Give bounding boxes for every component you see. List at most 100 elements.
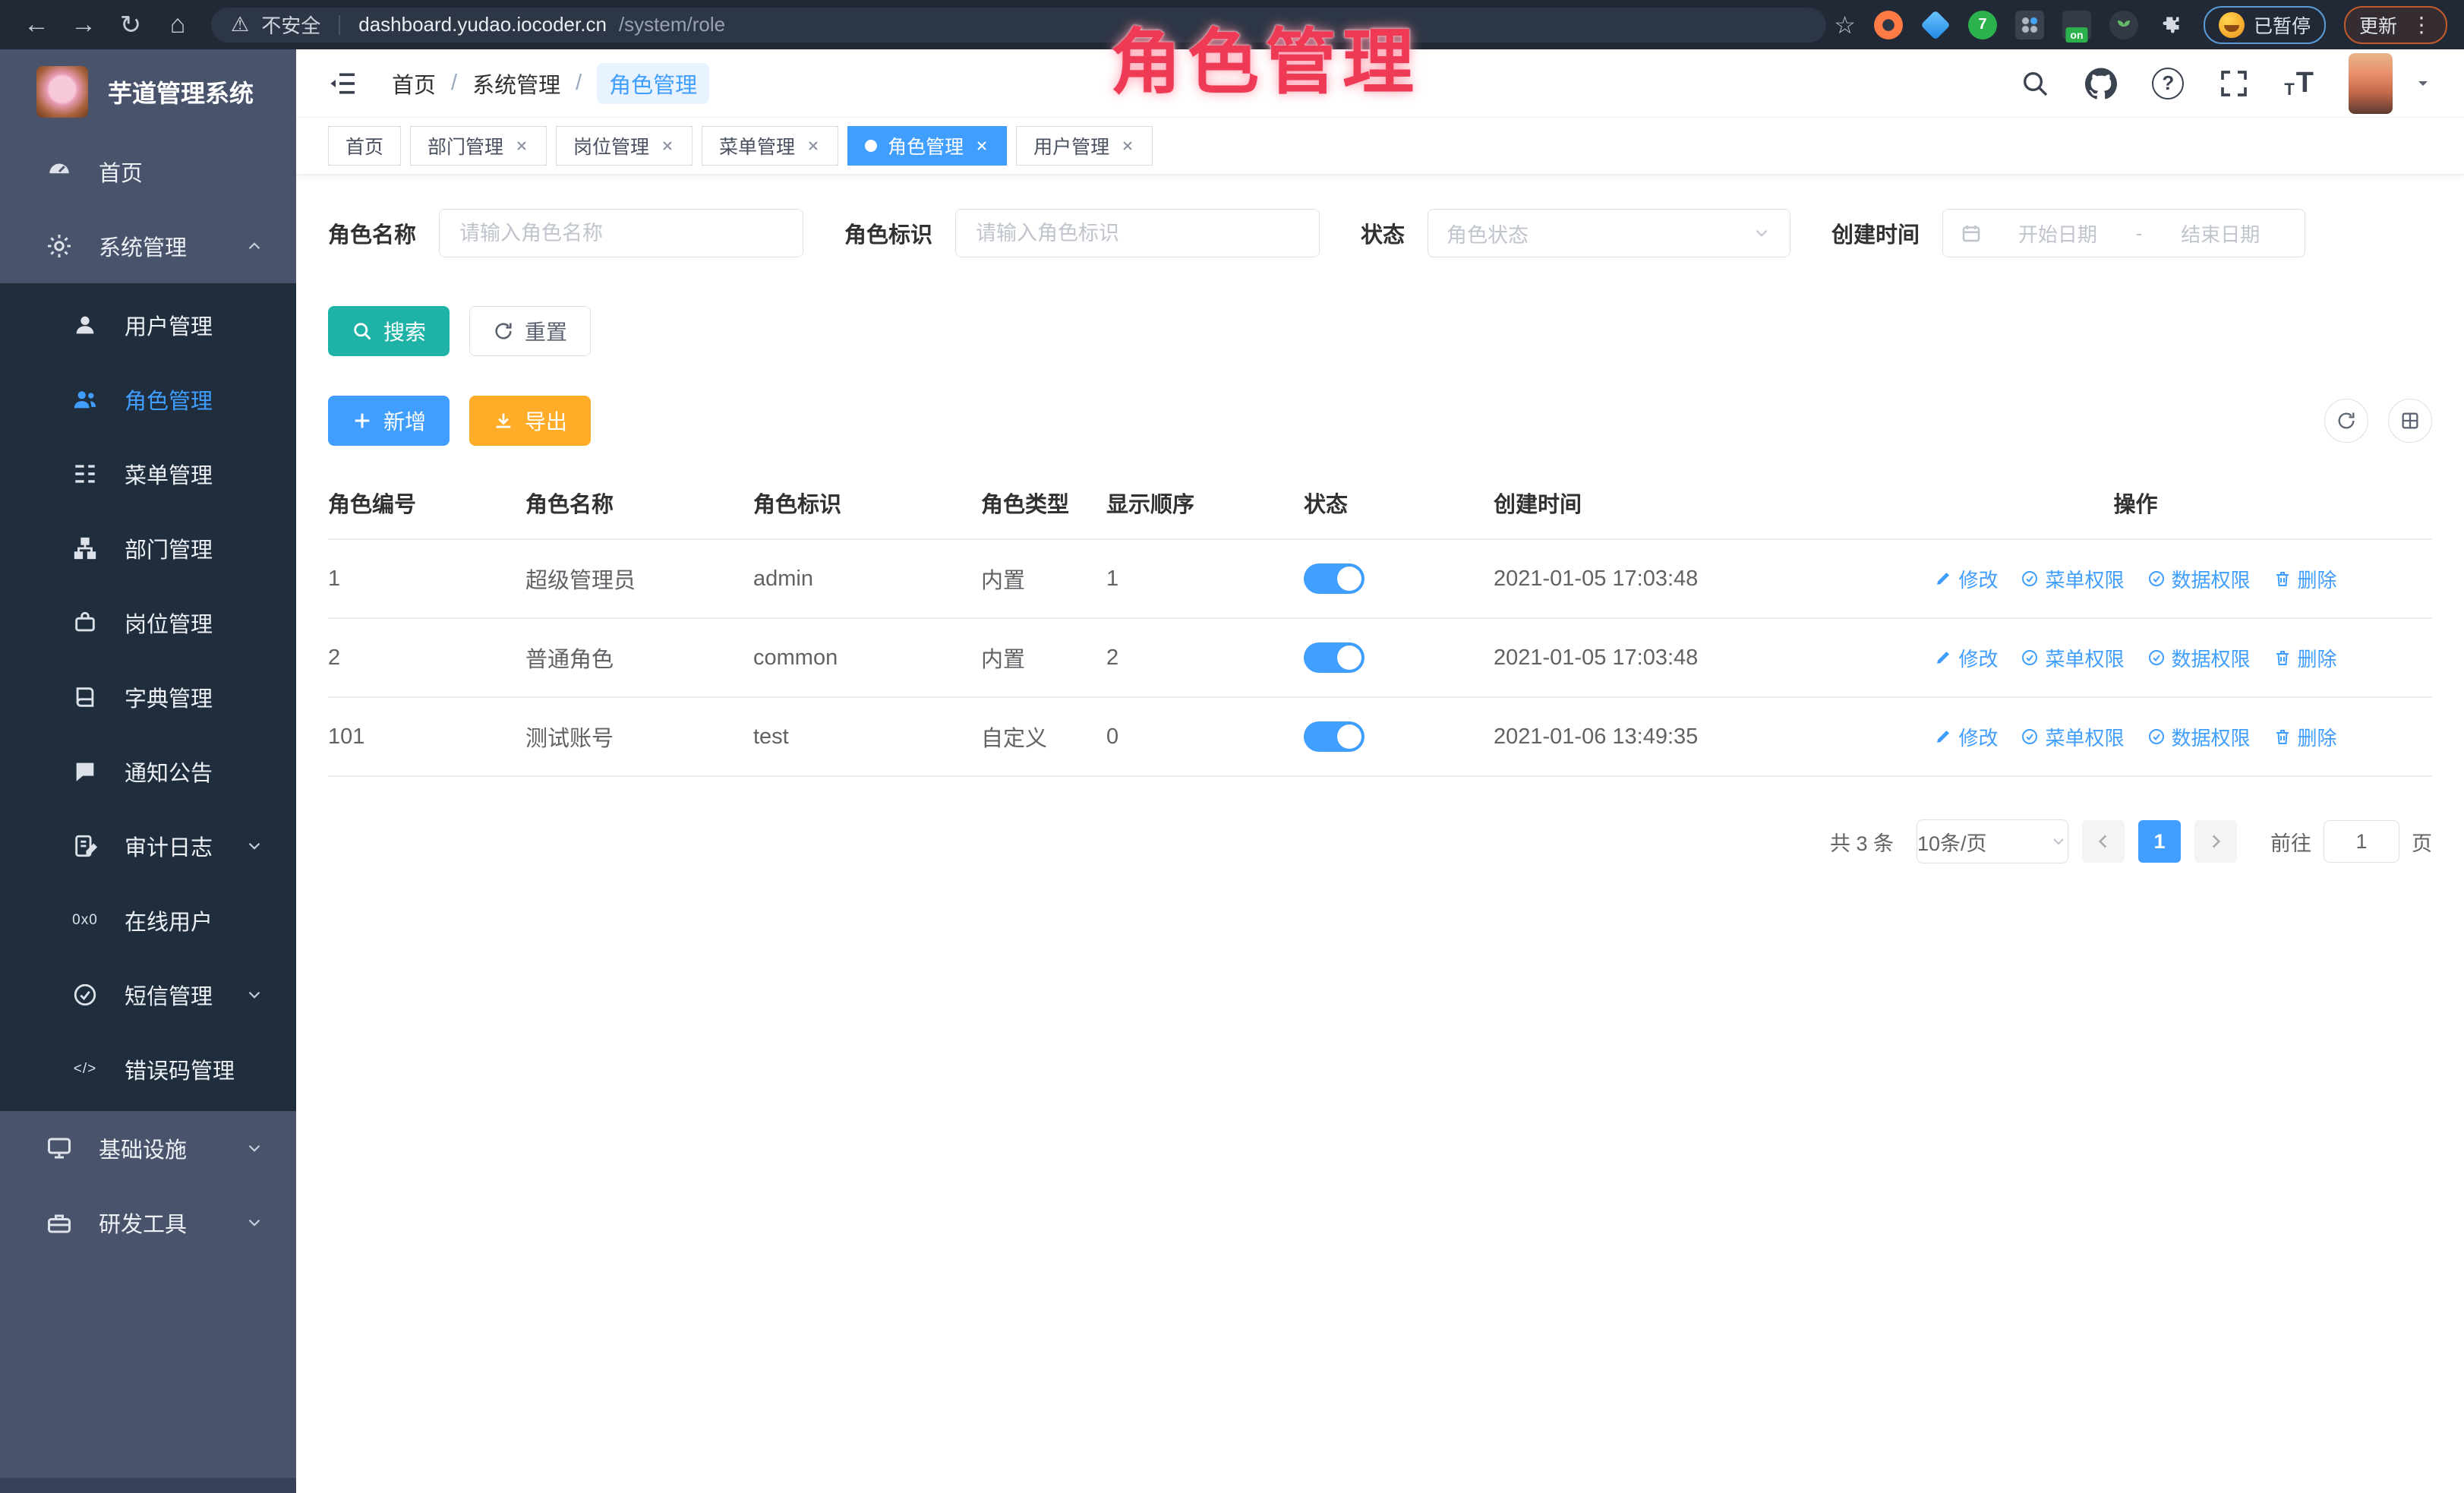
extension-grid-icon[interactable] [2015, 11, 2044, 39]
tab-post-mgmt[interactable]: 岗位管理 [556, 126, 693, 166]
page-size-select[interactable]: 10条/页 [1917, 819, 2068, 863]
browser-extensions-area: ☆ 7 on 已暂停 更新 ⋮ [1834, 6, 2447, 44]
column-settings-button[interactable] [2388, 399, 2432, 443]
plus-icon [352, 410, 373, 431]
browser-menu-kebab-icon[interactable]: ⋮ [2411, 12, 2432, 37]
reset-button[interactable]: 重置 [469, 306, 591, 356]
sidebar-item-post-mgmt[interactable]: 岗位管理 [0, 586, 296, 660]
page-1-button[interactable]: 1 [2138, 820, 2181, 863]
delete-action[interactable]: 删除 [2273, 723, 2337, 751]
sidebar-item-system[interactable]: 系统管理 [0, 209, 296, 283]
pagination: 共 3 条 10条/页 1 前往 [328, 819, 2432, 863]
edit-action[interactable]: 修改 [1934, 644, 1998, 672]
close-icon[interactable] [514, 138, 529, 153]
annotation-overlay-text: 角色管理 [1110, 5, 1420, 108]
edit-action[interactable]: 修改 [1934, 723, 1998, 751]
sidebar-item-sms-mgmt[interactable]: 短信管理 [0, 958, 296, 1032]
user-avatar[interactable] [2349, 53, 2393, 114]
close-icon[interactable] [974, 138, 989, 153]
extension-orange-icon[interactable] [1874, 11, 1903, 39]
extensions-puzzle-icon[interactable] [2156, 11, 2185, 39]
search-icon[interactable] [2020, 68, 2050, 99]
download-icon [493, 410, 514, 431]
browser-update-button[interactable]: 更新 ⋮ [2344, 6, 2447, 44]
toolbox-icon [44, 1207, 74, 1238]
status-toggle[interactable] [1304, 721, 1365, 752]
calendar-icon [1960, 222, 1983, 245]
sidebar-item-errorcode-mgmt[interactable]: </> 错误码管理 [0, 1032, 296, 1106]
close-icon[interactable] [806, 138, 821, 153]
tab-user-mgmt[interactable]: 用户管理 [1016, 126, 1153, 166]
sidebar-item-role-mgmt[interactable]: 角色管理 [0, 362, 296, 437]
next-page-button[interactable] [2194, 820, 2237, 863]
role-key-input[interactable] [955, 209, 1320, 257]
check-circle-icon [2147, 570, 2166, 588]
role-name-input[interactable] [439, 209, 803, 257]
sidebar-item-devtools[interactable]: 研发工具 [0, 1185, 296, 1260]
sidebar-item-notice[interactable]: 通知公告 [0, 734, 296, 809]
data-perm-action[interactable]: 数据权限 [2147, 723, 2251, 751]
role-key-label: 角色标识 [844, 217, 932, 249]
goto-page-input[interactable] [2324, 820, 2399, 863]
browser-forward-button[interactable]: → [64, 5, 103, 45]
tab-menu-mgmt[interactable]: 菜单管理 [702, 126, 838, 166]
sidebar-collapse-bar[interactable] [0, 1478, 296, 1493]
avatar-caret-down-icon[interactable] [2414, 74, 2432, 93]
status-toggle[interactable] [1304, 642, 1365, 673]
delete-action[interactable]: 删除 [2273, 644, 2337, 672]
extension-gem-icon[interactable] [1921, 11, 1950, 39]
profile-paused-chip[interactable]: 已暂停 [2204, 6, 2326, 44]
col-role-id: 角色编号 [328, 467, 525, 539]
extension-sprout-icon[interactable] [2109, 11, 2138, 39]
sidebar-toggle-icon[interactable] [328, 68, 358, 99]
page-content: 角色名称 角色标识 状态 角色状态 [296, 175, 2464, 1493]
browser-reload-button[interactable]: ↻ [111, 5, 150, 45]
export-button[interactable]: 导出 [469, 396, 591, 446]
close-icon[interactable] [660, 138, 675, 153]
col-status: 状态 [1304, 467, 1494, 539]
sidebar-item-infrastructure[interactable]: 基础设施 [0, 1111, 296, 1185]
extension-on-icon[interactable]: on [2062, 11, 2091, 39]
github-icon[interactable] [2085, 68, 2117, 99]
role-name-label: 角色名称 [328, 217, 416, 249]
tab-dept-mgmt[interactable]: 部门管理 [410, 126, 547, 166]
sidebar-item-dept-mgmt[interactable]: 部门管理 [0, 511, 296, 586]
font-size-icon[interactable]: TT [2284, 67, 2314, 99]
data-perm-action[interactable]: 数据权限 [2147, 565, 2251, 593]
status-select[interactable]: 角色状态 [1428, 209, 1790, 257]
close-icon[interactable] [1120, 138, 1135, 153]
address-bar[interactable]: ⚠ 不安全 dashboard.yudao.iocoder.cn/system/… [211, 8, 1826, 43]
sidebar-item-menu-mgmt[interactable]: 菜单管理 [0, 437, 296, 511]
tab-role-mgmt[interactable]: 角色管理 [847, 126, 1007, 166]
search-button[interactable]: 搜索 [328, 306, 450, 356]
extension-badge-icon[interactable]: 7 [1968, 11, 1997, 39]
edit-action[interactable]: 修改 [1934, 565, 1998, 593]
chevron-down-icon [245, 1213, 264, 1233]
menu-perm-action[interactable]: 菜单权限 [2021, 565, 2124, 593]
tab-home[interactable]: 首页 [328, 126, 401, 166]
search-icon [352, 320, 373, 342]
sidebar-item-dict-mgmt[interactable]: 字典管理 [0, 660, 296, 734]
data-perm-action[interactable]: 数据权限 [2147, 644, 2251, 672]
help-icon[interactable]: ? [2152, 68, 2184, 99]
breadcrumb-home[interactable]: 首页 [392, 68, 436, 99]
add-button[interactable]: 新增 [328, 396, 450, 446]
sidebar-item-online-users[interactable]: 0x0 在线用户 [0, 883, 296, 958]
browser-home-button[interactable]: ⌂ [158, 5, 197, 45]
app-logo[interactable]: 芋道管理系统 [0, 49, 296, 134]
sidebar-item-audit-log[interactable]: 审计日志 [0, 809, 296, 883]
table-refresh-button[interactable] [2324, 399, 2368, 443]
sidebar-item-user-mgmt[interactable]: 用户管理 [0, 288, 296, 362]
status-toggle[interactable] [1304, 563, 1365, 594]
fullscreen-icon[interactable] [2219, 68, 2249, 99]
browser-back-button[interactable]: ← [17, 5, 56, 45]
menu-perm-action[interactable]: 菜单权限 [2021, 644, 2124, 672]
menu-perm-action[interactable]: 菜单权限 [2021, 723, 2124, 751]
breadcrumb-system[interactable]: 系统管理 [472, 68, 560, 99]
delete-action[interactable]: 删除 [2273, 565, 2337, 593]
sidebar-item-label: 短信管理 [125, 979, 213, 1011]
bookmark-star-icon[interactable]: ☆ [1834, 11, 1856, 39]
sidebar-item-home[interactable]: 首页 [0, 134, 296, 209]
date-range-picker[interactable]: 开始日期 - 结束日期 [1942, 209, 2305, 257]
prev-page-button[interactable] [2082, 820, 2125, 863]
